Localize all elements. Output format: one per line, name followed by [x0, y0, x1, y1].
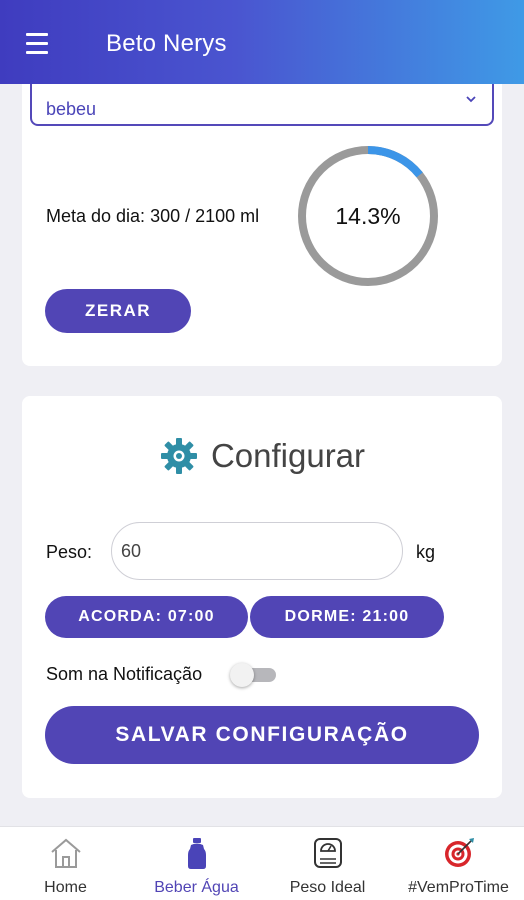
notification-sound-toggle[interactable] — [230, 663, 276, 687]
gear-icon — [160, 438, 197, 474]
weight-input[interactable]: 60 — [111, 522, 403, 580]
config-title: Configurar — [210, 437, 366, 474]
config-card: Configurar Peso: 60 kg ACORDA: 07:00 DOR… — [22, 396, 502, 798]
weight-label: Peso: — [46, 542, 93, 562]
water-intake-card: bebeu Meta do dia: 300 / 2100 ml 14.3% Z… — [22, 84, 502, 366]
nav-item-peso-ideal[interactable]: Peso Ideal — [262, 827, 393, 900]
water-bottle-icon — [187, 838, 206, 869]
save-config-button[interactable]: SALVAR CONFIGURAÇÃO — [45, 706, 479, 764]
nav-item-vemprotime[interactable]: #VemProTime — [393, 827, 524, 900]
app-header: Beto Nerys — [0, 0, 524, 84]
wake-time-button[interactable]: ACORDA: 07:00 — [45, 596, 248, 638]
bottom-navigation: Home Beber Água Peso Ideal #VemProTime — [0, 826, 524, 900]
nav-label-home: Home — [44, 879, 87, 896]
nav-label-vemprotime: #VemProTime — [408, 879, 509, 896]
daily-goal-label: Meta do dia: 300 / 2100 ml — [46, 206, 260, 226]
header-title: Beto Nerys — [106, 30, 227, 57]
target-icon — [444, 838, 474, 867]
nav-item-home[interactable]: Home — [0, 827, 131, 900]
notification-sound-label: Som na Notificação — [46, 664, 203, 684]
nav-label-beber-agua: Beber Água — [154, 879, 239, 896]
sleep-time-button[interactable]: DORME: 21:00 — [250, 596, 444, 638]
nav-item-beber-agua[interactable]: Beber Água — [131, 827, 262, 900]
nav-label-peso-ideal: Peso Ideal — [289, 879, 366, 896]
weight-unit-label: kg — [416, 542, 436, 562]
reset-button[interactable]: ZERAR — [45, 289, 191, 333]
progress-percentage: 14.3% — [335, 202, 401, 229]
drink-select-value: bebeu — [46, 99, 97, 119]
config-header: Configurar — [22, 436, 502, 476]
toggle-knob — [230, 663, 254, 687]
drink-select[interactable]: bebeu — [30, 84, 494, 126]
scale-icon — [313, 838, 342, 868]
home-icon — [50, 838, 81, 868]
app-screen: Beto Nerys bebeu Meta do dia: 300 / 2100… — [0, 0, 524, 900]
hamburger-menu-icon[interactable] — [26, 30, 54, 54]
chevron-down-icon — [466, 96, 476, 103]
